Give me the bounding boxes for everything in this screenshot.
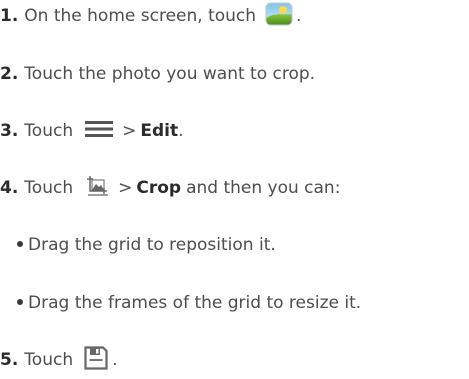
step-text: Touch <box>24 178 74 198</box>
step-text: On the home screen, touch <box>24 6 257 26</box>
step-number: 3. <box>0 121 19 141</box>
crop-icon <box>87 175 109 201</box>
step-4: 4. Touch > Crop and then you can: <box>0 175 340 201</box>
step-2: 2. Touch the photo you want to crop. <box>0 61 315 87</box>
step-number: 5. <box>0 350 19 370</box>
step-5: 5. Touch . <box>0 345 118 375</box>
step-text: Touch the photo you want to crop. <box>24 64 316 84</box>
bullet-text: Drag the frames of the grid to resize it… <box>28 293 362 313</box>
bullet-item: Drag the frames of the grid to resize it… <box>17 290 361 316</box>
step-text-end: . <box>178 121 184 141</box>
step-text: Touch <box>24 121 74 141</box>
step-number: 4. <box>0 178 19 198</box>
gallery-icon <box>265 1 293 32</box>
menu-icon <box>85 120 114 143</box>
separator: > <box>118 178 133 198</box>
bullet-item: Drag the grid to reposition it. <box>17 232 276 258</box>
edit-label: Edit <box>140 121 179 141</box>
save-icon <box>84 345 108 375</box>
bullet-icon <box>17 299 23 305</box>
step-text-end: . <box>296 6 302 26</box>
bullet-icon <box>17 241 23 247</box>
separator: > <box>122 121 137 141</box>
bullet-text: Drag the grid to reposition it. <box>28 235 276 255</box>
crop-label: Crop <box>136 178 182 198</box>
step-3: 3. Touch > Edit . <box>0 118 184 144</box>
step-text-end: . <box>112 350 118 370</box>
step-text-end: and then you can: <box>186 178 341 198</box>
step-text: Touch <box>24 350 74 370</box>
step-1: 1. On the home screen, touch . <box>0 1 302 32</box>
step-number: 2. <box>0 64 19 84</box>
step-number: 1. <box>0 6 19 26</box>
